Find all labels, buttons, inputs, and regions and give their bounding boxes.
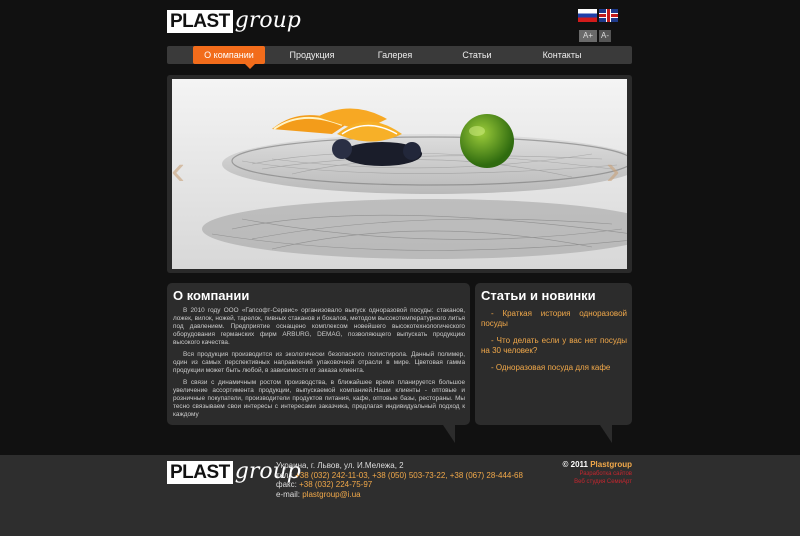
logo-plast-text: PLAST: [167, 10, 233, 33]
image-slider: [167, 75, 632, 273]
about-panel-tail: [443, 425, 455, 443]
logo[interactable]: PLAST group: [167, 9, 301, 33]
email-label: e-mail:: [276, 490, 301, 499]
slide-image: [172, 79, 627, 269]
about-paragraph: Вся продукция производится из экологичес…: [173, 351, 465, 374]
slider-next-button[interactable]: ›: [606, 149, 620, 191]
developer-credit-link[interactable]: Разработка сайтов: [540, 471, 632, 477]
news-panel: Статьи и новинки - Краткая история однор…: [475, 283, 632, 425]
logo-group-text: group: [234, 8, 301, 33]
footer-email-line: e-mail: plastgroup@i.ua: [276, 489, 361, 500]
news-link[interactable]: - Что делать если у вас нет посуды на 30…: [481, 336, 627, 356]
font-increase-button[interactable]: A+: [579, 30, 597, 42]
ru-flag-icon[interactable]: [578, 9, 597, 22]
news-link[interactable]: - Одноразовая посуда для кафе: [481, 363, 627, 373]
nav-item-gallery[interactable]: Галерея: [367, 46, 423, 64]
nav-item-products[interactable]: Продукция: [282, 46, 342, 64]
news-panel-tail: [600, 425, 612, 443]
about-paragraph: В 2010 году ООО «Гапсофт-Сервис» организ…: [173, 307, 465, 346]
developer-studio-link[interactable]: Веб студия СемиАрт: [540, 479, 632, 485]
news-title: Статьи и новинки: [481, 288, 596, 303]
email-link[interactable]: plastgroup@i.ua: [302, 490, 360, 499]
fax-label: факс:: [276, 480, 297, 489]
about-paragraph: В связи с динамичным ростом производства…: [173, 379, 465, 418]
news-link[interactable]: - Краткая история одноразовой посуды: [481, 309, 627, 329]
fax-number: +38 (032) 224-75-97: [299, 480, 373, 489]
glass-plate-with-fruit-image: [202, 108, 627, 259]
font-decrease-button[interactable]: A-: [599, 30, 611, 42]
main-nav: О компании Продукция Галерея Статьи Конт…: [167, 46, 632, 69]
en-flag-icon[interactable]: [599, 9, 618, 22]
about-text: В 2010 году ООО «Гапсофт-Сервис» организ…: [173, 307, 465, 423]
nav-item-articles[interactable]: Статьи: [453, 46, 501, 64]
footer-logo-plast-text: PLAST: [167, 461, 233, 484]
copyright-brand: Plastgroup: [590, 460, 632, 469]
about-panel: О компании В 2010 году ООО «Гапсофт-Серв…: [167, 283, 470, 425]
copyright-year: © 2011: [562, 460, 588, 469]
about-title: О компании: [173, 288, 250, 303]
news-list: - Краткая история одноразовой посуды - Ч…: [481, 309, 627, 380]
nav-item-contacts[interactable]: Контакты: [532, 46, 592, 64]
nav-item-about[interactable]: О компании: [193, 46, 265, 69]
slider-prev-button[interactable]: ‹: [171, 149, 185, 191]
copyright: © 2011 Plastgroup: [560, 460, 633, 469]
